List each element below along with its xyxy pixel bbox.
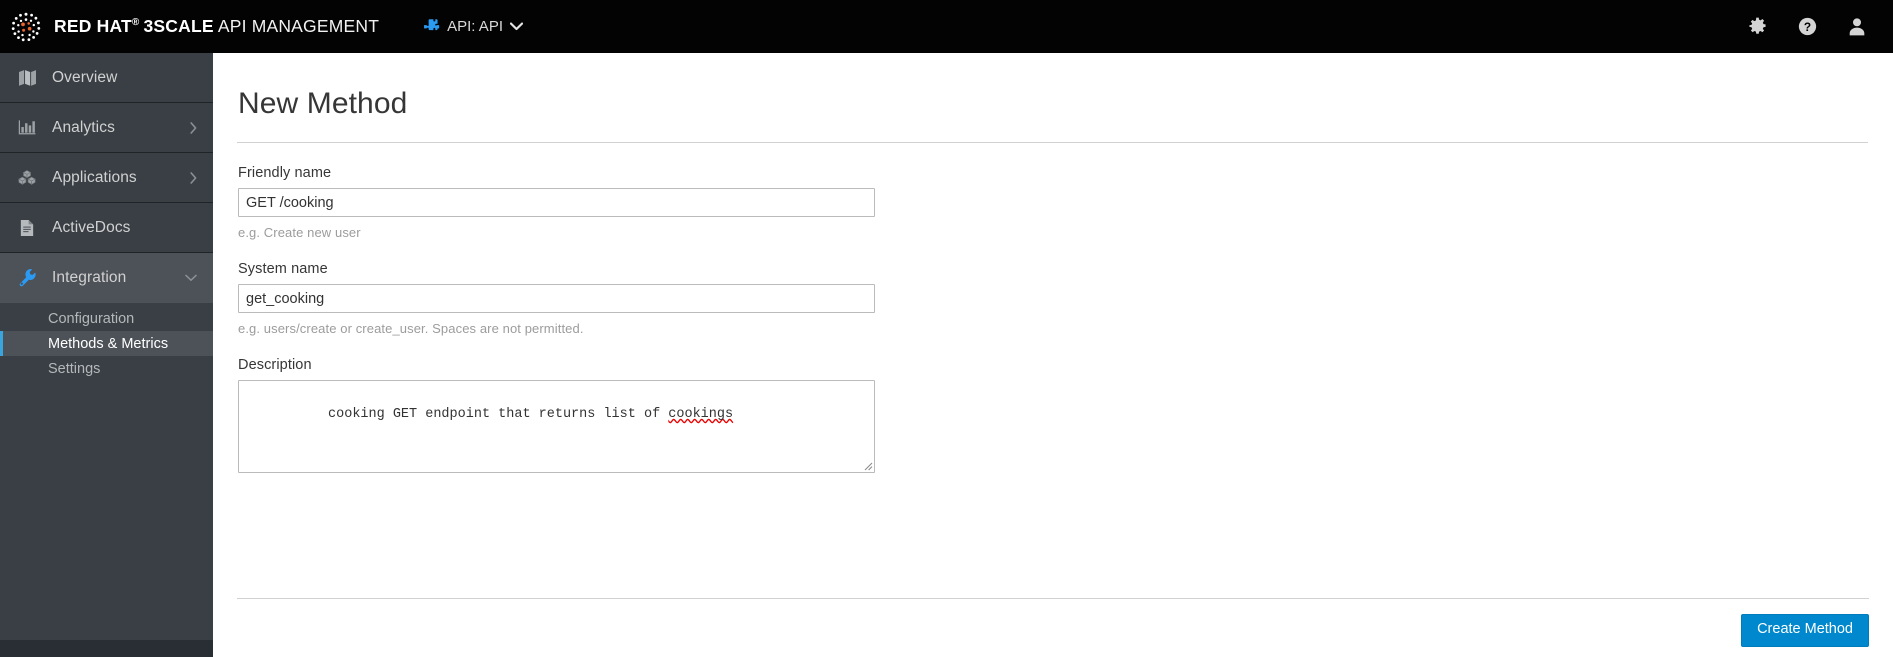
main-content: New Method Friendly name e.g. Create new… <box>213 53 1893 657</box>
footer-divider <box>237 598 1869 599</box>
api-selector[interactable]: API: API <box>423 18 523 35</box>
form-group-description: Description cooking GET endpoint that re… <box>238 357 1893 473</box>
sidebar-bottom-strip <box>0 640 213 657</box>
resize-handle-icon[interactable] <box>860 458 873 471</box>
api-selector-label: API: API <box>447 18 503 35</box>
chevron-down-icon <box>185 274 197 281</box>
brand-text: RED HAT® 3SCALE API MANAGEMENT <box>54 15 380 36</box>
friendly-name-hint: e.g. Create new user <box>238 225 361 240</box>
system-name-label: System name <box>238 261 328 277</box>
description-text-misspelled: cookings <box>668 407 734 423</box>
system-name-hint: e.g. users/create or create_user. Spaces… <box>238 321 584 336</box>
friendly-name-label: Friendly name <box>238 165 332 181</box>
sidebar-subitem-label: Settings <box>48 360 101 377</box>
app-root: RED HAT®3SCALE API MANAGEMENT API: API <box>0 0 1893 657</box>
gear-icon[interactable] <box>1748 17 1767 36</box>
file-text-icon <box>11 219 43 237</box>
sidebar-item-analytics[interactable]: Analytics <box>0 103 213 153</box>
create-method-button[interactable]: Create Method <box>1741 614 1869 647</box>
footer-actions: Create Method <box>1741 614 1869 647</box>
puzzle-piece-icon <box>424 19 440 31</box>
sidebar-item-overview[interactable]: Overview <box>0 53 213 103</box>
description-textarea[interactable]: cooking GET endpoint that returns list o… <box>238 380 875 473</box>
help-icon[interactable]: ? <box>1798 17 1817 36</box>
chevron-down-icon <box>510 22 523 31</box>
friendly-name-input[interactable] <box>238 188 875 217</box>
new-method-form: Friendly name e.g. Create new user Syste… <box>213 143 1893 473</box>
sidebar-item-activedocs[interactable]: ActiveDocs <box>0 203 213 253</box>
wrench-icon <box>11 268 43 287</box>
sidebar-subnav-integration: Configuration Methods & Metrics Settings <box>0 303 213 381</box>
brand-trademark: ® <box>131 16 140 28</box>
bar-chart-icon <box>11 119 43 136</box>
brand-suffix: API MANAGEMENT <box>217 15 380 36</box>
brand-3scale: 3SCALE <box>143 15 214 36</box>
sidebar-subitem-label: Methods & Metrics <box>48 335 169 352</box>
chevron-right-icon <box>190 121 197 134</box>
sidebar: Overview Analytics Applications ActiveDo… <box>0 53 213 657</box>
sidebar-subitem-label: Configuration <box>48 310 135 327</box>
sidebar-subitem-methods-metrics[interactable]: Methods & Metrics <box>0 331 213 356</box>
cubes-icon <box>11 169 43 186</box>
masthead: RED HAT®3SCALE API MANAGEMENT API: API <box>0 0 1893 53</box>
brand-redhat: RED HAT <box>54 15 132 36</box>
sidebar-item-label: Applications <box>52 168 137 186</box>
svg-text:?: ? <box>1804 20 1811 34</box>
sidebar-item-applications[interactable]: Applications <box>0 153 213 203</box>
map-icon <box>11 69 43 86</box>
page-title: New Method <box>238 87 408 120</box>
sidebar-item-integration[interactable]: Integration <box>0 253 213 303</box>
sidebar-item-label: ActiveDocs <box>52 218 131 236</box>
sidebar-item-label: Overview <box>52 68 118 86</box>
form-group-friendly-name: Friendly name e.g. Create new user <box>238 165 1893 240</box>
chevron-right-icon <box>190 171 197 184</box>
sidebar-subitem-settings[interactable]: Settings <box>0 356 213 381</box>
red-hat-logo-icon <box>11 12 41 41</box>
sidebar-item-label: Integration <box>52 268 127 286</box>
description-label: Description <box>238 357 312 373</box>
sidebar-item-label: Analytics <box>52 118 115 136</box>
account-icon[interactable] <box>1848 17 1866 36</box>
brand[interactable]: RED HAT® 3SCALE API MANAGEMENT <box>0 11 379 43</box>
masthead-actions: ? <box>1748 17 1893 36</box>
description-text-plain: cooking GET endpoint that returns list o… <box>328 407 669 423</box>
form-group-system-name: System name e.g. users/create or create_… <box>238 261 1893 336</box>
system-name-input[interactable] <box>238 284 875 313</box>
sidebar-subitem-configuration[interactable]: Configuration <box>0 306 213 331</box>
